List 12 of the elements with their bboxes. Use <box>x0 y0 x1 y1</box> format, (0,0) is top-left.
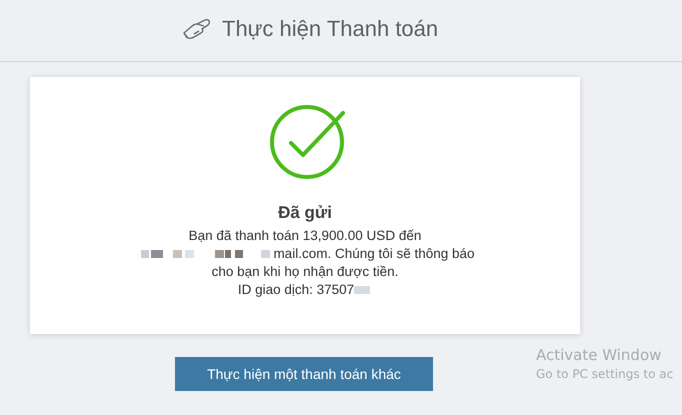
activation-hint: Go to PC settings to ac <box>536 367 674 381</box>
new-payment-button[interactable]: Thực hiện một thanh toán khác <box>175 357 433 391</box>
redacted-block <box>354 285 372 295</box>
message-text: Bạn đã thanh toán 13,900.00 USD đến <box>188 227 422 245</box>
activation-title: Activate Window <box>536 346 662 364</box>
result-title: Đã gửi <box>278 203 332 223</box>
message-text: cho bạn khi họ nhận được tiền. <box>212 263 398 281</box>
message-text: ID giao dịch: 37507 <box>238 281 354 299</box>
hand-icon <box>182 17 212 41</box>
message-text: mail.com. Chúng tôi sẽ thông báo <box>273 245 475 263</box>
checkmark-icon <box>270 103 346 179</box>
page-title: Thực hiện Thanh toán <box>222 16 438 42</box>
